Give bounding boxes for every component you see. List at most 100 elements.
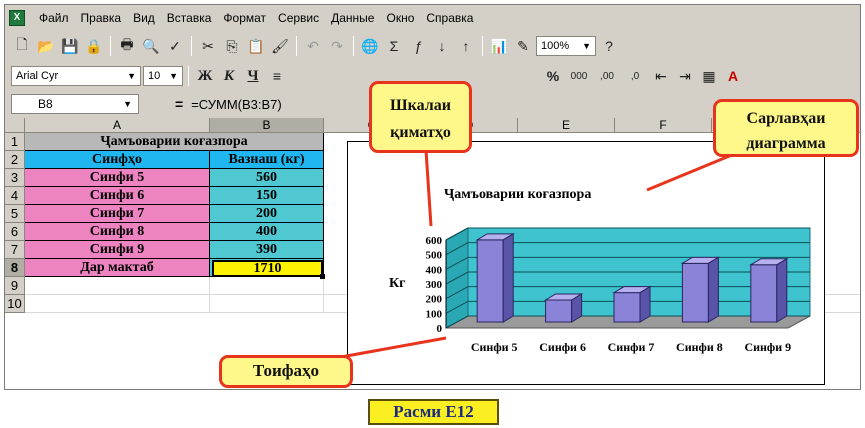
format-painter-icon[interactable]: 🖌 <box>269 35 291 57</box>
toolbar-separator <box>188 66 189 86</box>
table-title-cell[interactable]: Ҷамъоварии коғазпора <box>25 133 324 151</box>
decrease-indent-icon[interactable]: ⇤ <box>650 65 672 87</box>
redo-icon[interactable]: ↷ <box>326 35 348 57</box>
menu-insert[interactable]: Вставка <box>161 11 218 25</box>
total-label-cell[interactable]: Дар мактаб <box>25 259 210 277</box>
y-tick-label: 0 <box>437 323 443 335</box>
function-icon[interactable]: ƒ <box>407 35 429 57</box>
increase-decimal-button[interactable]: ,00 <box>594 65 620 87</box>
class-label-cell[interactable]: Синфи 6 <box>25 187 210 205</box>
underline-button[interactable]: Ч <box>242 65 264 87</box>
column-header-e[interactable]: E <box>518 118 615 133</box>
weight-value-cell[interactable]: 560 <box>210 169 324 187</box>
italic-button[interactable]: К <box>218 65 240 87</box>
header-classes-cell[interactable]: Синфҳо <box>25 151 210 169</box>
callout-chart-title: Сарлавҳаи диаграмма <box>713 99 859 157</box>
plot-area: 0 100 200 300 400 500 600 Синфи 5 Синфи 6 Синфи 7… <box>426 227 811 354</box>
chart-area[interactable]: Ҷамъоварии коғазпора Кг 0 100 200 300 400 500… <box>347 141 825 385</box>
undo-icon[interactable]: ↶ <box>302 35 324 57</box>
select-all-corner[interactable] <box>5 118 25 133</box>
row-header-7[interactable]: 7 <box>5 241 25 259</box>
row-header-4[interactable]: 4 <box>5 187 25 205</box>
menu-file[interactable]: Файл <box>33 11 75 25</box>
name-box[interactable]: B8 ▼ <box>11 94 139 114</box>
drawing-icon[interactable]: ✎ <box>512 35 534 57</box>
save-icon[interactable]: 💾 <box>59 35 81 57</box>
font-name-select[interactable]: Arial Cyr ▼ <box>11 66 141 86</box>
fill-handle[interactable] <box>320 274 325 279</box>
row-header-9[interactable]: 9 <box>5 277 25 295</box>
class-label-cell[interactable]: Синфи 9 <box>25 241 210 259</box>
excel-app-icon[interactable]: X <box>9 10 25 26</box>
print-icon[interactable]: 🖶 <box>116 35 138 57</box>
menu-view[interactable]: Вид <box>127 11 161 25</box>
x-tick-label: Синфи 7 <box>608 340 655 354</box>
y-tick-label: 200 <box>426 294 443 306</box>
bar-side <box>707 256 719 323</box>
y-tick-label: 100 <box>426 308 443 320</box>
class-label-cell[interactable]: Синфи 8 <box>25 223 210 241</box>
percent-button[interactable]: % <box>542 65 564 87</box>
callout-value-scale-text: Шкалаи қиматҳо <box>390 97 451 141</box>
class-label-cell[interactable]: Синфи 7 <box>25 205 210 223</box>
spelling-icon[interactable]: ✓ <box>164 35 186 57</box>
paste-icon[interactable]: 📋 <box>245 35 267 57</box>
y-axis-label[interactable]: Кг <box>389 276 406 291</box>
zoom-select[interactable]: 100% ▼ <box>536 36 596 56</box>
y-tick-label: 300 <box>426 279 443 291</box>
cut-icon[interactable]: ✂ <box>197 35 219 57</box>
row-header-3[interactable]: 3 <box>5 169 25 187</box>
header-weight-cell[interactable]: Вазнаш (кг) <box>210 151 324 169</box>
standard-toolbar: 🗋 📂 💾 🔒 🖶 🔍 ✓ ✂ ⎘ 📋 🖌 ↶ ↷ 🌐 Σ ƒ ↓ ↑ 📊 ✎ … <box>5 32 860 60</box>
increase-indent-icon[interactable]: ⇥ <box>674 65 696 87</box>
align-left-icon[interactable]: ≡ <box>266 65 288 87</box>
copy-icon[interactable]: ⎘ <box>221 35 243 57</box>
weight-value-cell[interactable]: 200 <box>210 205 324 223</box>
formula-equals-icon[interactable]: = <box>175 96 183 112</box>
print-preview-icon[interactable]: 🔍 <box>140 35 162 57</box>
row-header-10[interactable]: 10 <box>5 295 25 313</box>
bold-button[interactable]: Ж <box>194 65 216 87</box>
class-label-cell[interactable]: Синфи 5 <box>25 169 210 187</box>
menu-tools[interactable]: Сервис <box>272 11 325 25</box>
chevron-down-icon: ▼ <box>582 41 591 51</box>
bar <box>545 299 573 323</box>
menu-window[interactable]: Окно <box>380 11 420 25</box>
autosum-icon[interactable]: Σ <box>383 35 405 57</box>
x-tick-label: Синфи 9 <box>744 340 791 354</box>
column-header-f[interactable]: F <box>615 118 712 133</box>
sort-descending-icon[interactable]: ↑ <box>455 35 477 57</box>
row-header-1[interactable]: 1 <box>5 133 25 151</box>
menu-format[interactable]: Формат <box>217 11 272 25</box>
row-header-5[interactable]: 5 <box>5 205 25 223</box>
permission-icon[interactable]: 🔒 <box>83 35 105 57</box>
open-folder-icon[interactable]: 📂 <box>35 35 57 57</box>
y-tick-label: 600 <box>426 235 443 247</box>
row-header-2[interactable]: 2 <box>5 151 25 169</box>
hyperlink-icon[interactable]: 🌐 <box>359 35 381 57</box>
weight-value-cell[interactable]: 390 <box>210 241 324 259</box>
font-size-value: 10 <box>148 70 161 82</box>
row-header-6[interactable]: 6 <box>5 223 25 241</box>
weight-value-cell[interactable]: 400 <box>210 223 324 241</box>
menu-help[interactable]: Справка <box>420 11 479 25</box>
sort-ascending-icon[interactable]: ↓ <box>431 35 453 57</box>
thousands-button[interactable]: 000 <box>566 65 592 87</box>
x-tick-label: Синфи 5 <box>471 340 518 354</box>
row-header-8[interactable]: 8 <box>5 259 25 277</box>
chart-wizard-icon[interactable]: 📊 <box>488 35 510 57</box>
formula-input[interactable]: =СУММ(B3:B7) <box>191 97 282 112</box>
menu-data[interactable]: Данные <box>325 11 380 25</box>
borders-icon[interactable]: ▦ <box>698 65 720 87</box>
help-icon[interactable]: ? <box>598 35 620 57</box>
font-size-select[interactable]: 10 ▼ <box>143 66 183 86</box>
column-header-b[interactable]: B <box>210 118 324 133</box>
weight-value-cell[interactable]: 150 <box>210 187 324 205</box>
font-color-icon[interactable]: A <box>722 65 744 87</box>
menu-edit[interactable]: Правка <box>75 11 128 25</box>
decrease-decimal-button[interactable]: ,0 <box>622 65 648 87</box>
chart-title[interactable]: Ҷамъоварии коғазпора <box>444 187 591 202</box>
chevron-down-icon: ▼ <box>123 99 132 109</box>
new-document-icon[interactable]: 🗋 <box>11 35 33 57</box>
column-header-a[interactable]: A <box>25 118 210 133</box>
